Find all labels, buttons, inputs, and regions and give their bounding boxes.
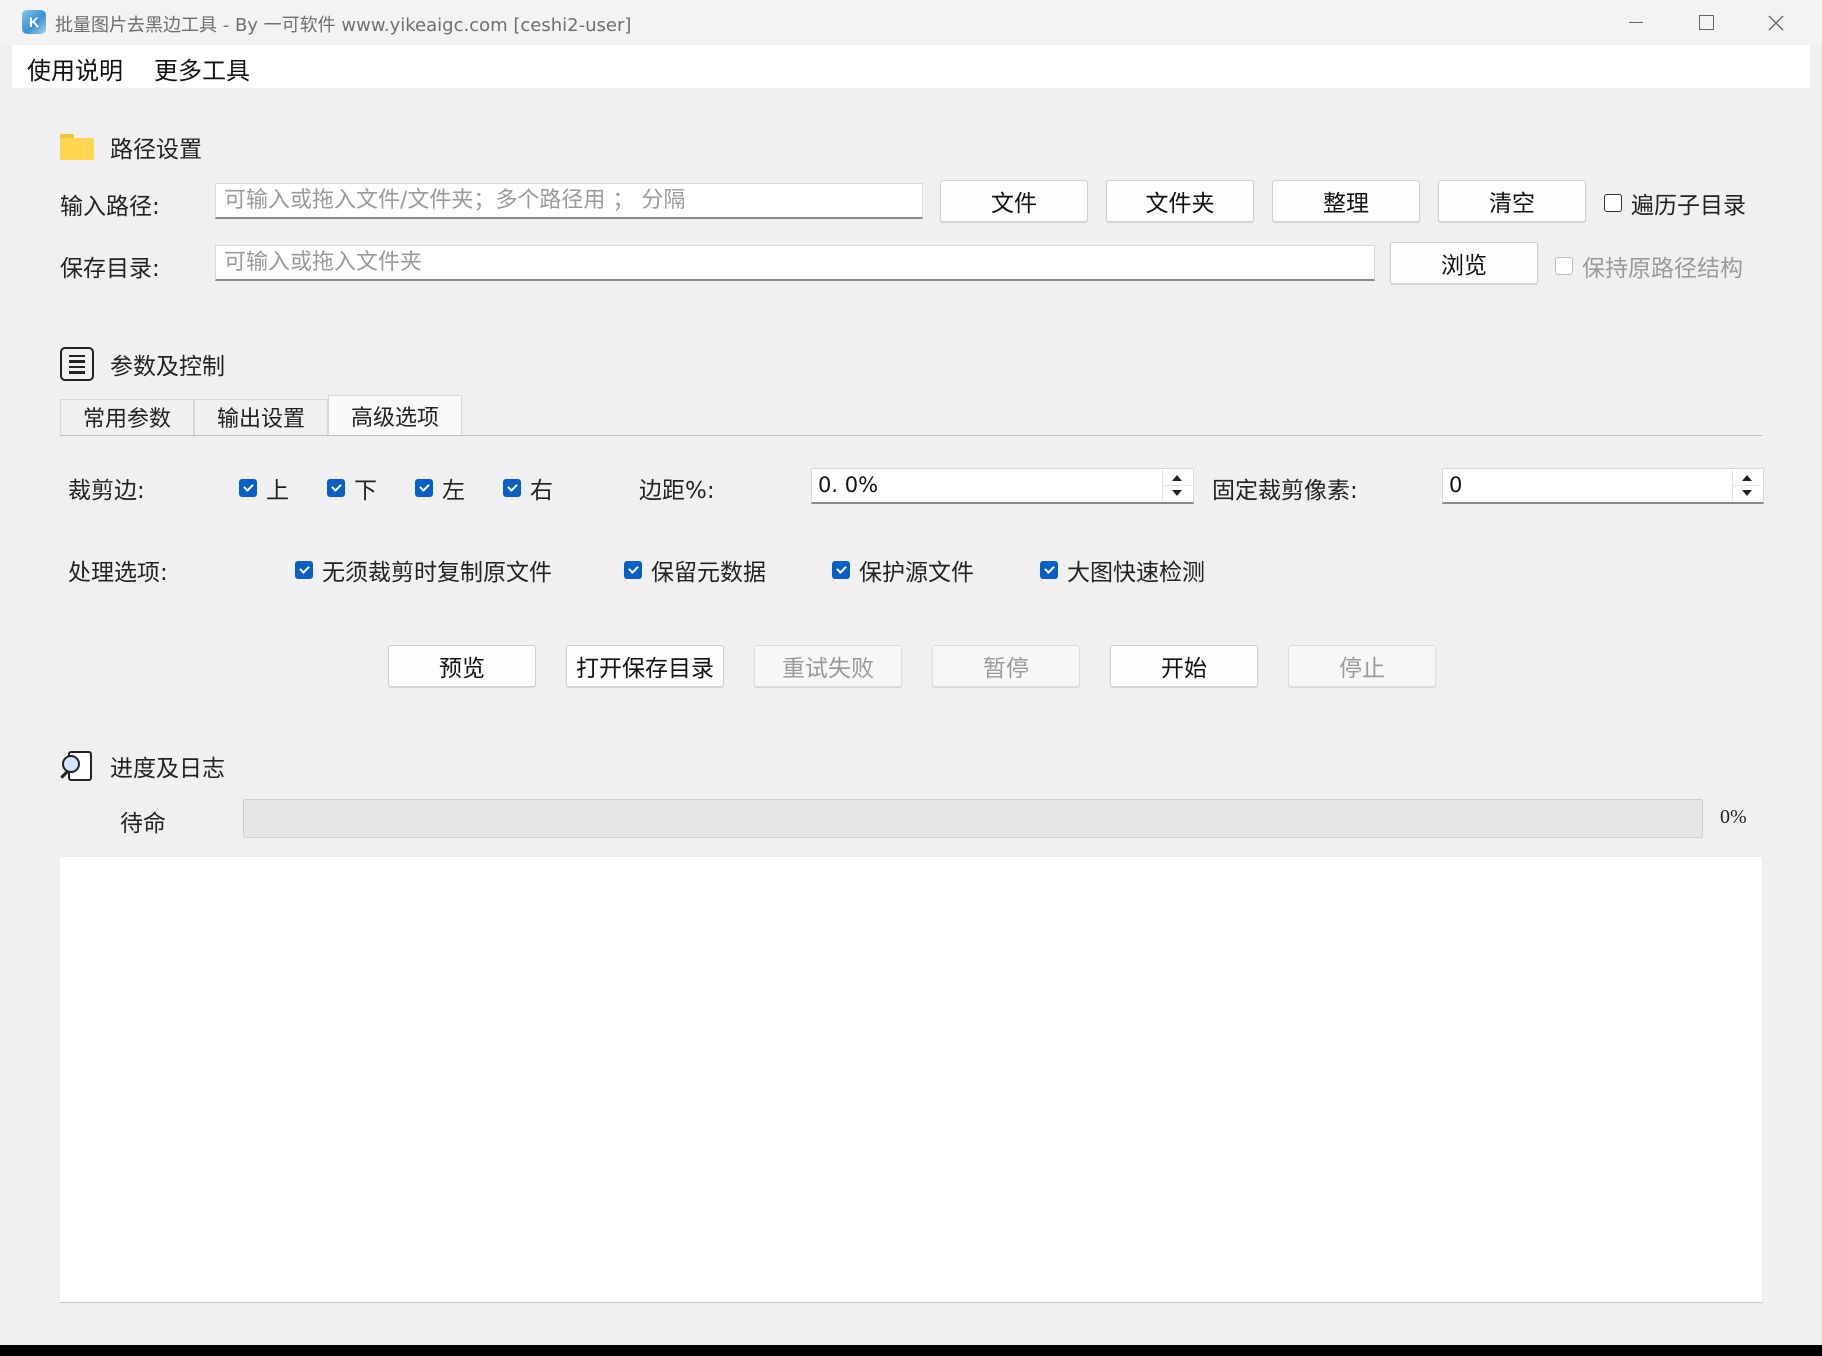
select-file-button[interactable]: 文件 [940, 180, 1088, 222]
retry-failed-button[interactable]: 重试失败 [754, 645, 902, 687]
params-section-header: 参数及控制 [60, 347, 225, 381]
fast-large-detect-label: 大图快速检测 [1067, 560, 1205, 586]
spin-up-icon[interactable] [1742, 475, 1752, 481]
protect-source-checkbox[interactable]: 保护源文件 [832, 553, 974, 587]
app-window: K 批量图片去黑边工具 - By 一可软件 www.yikeaigc.com [… [0, 0, 1822, 1345]
folder-icon [60, 130, 94, 164]
recurse-subdirs-checkbox[interactable]: 遍历子目录 [1604, 186, 1746, 220]
fixed-crop-pixels-label: 固定裁剪像素: [1212, 478, 1358, 504]
crop-left-label: 左 [442, 478, 465, 504]
crop-bottom-box[interactable] [327, 479, 345, 497]
process-options-label: 处理选项: [68, 560, 168, 586]
open-save-dir-button[interactable]: 打开保存目录 [566, 645, 724, 687]
clear-button[interactable]: 清空 [1438, 180, 1586, 222]
menu-bar: 使用说明 更多工具 [12, 45, 1810, 88]
params-tabs: 常用参数 输出设置 高级选项 [60, 395, 463, 437]
window-title: 批量图片去黑边工具 - By 一可软件 www.yikeaigc.com [ce… [55, 15, 632, 36]
crop-top-label: 上 [266, 478, 289, 504]
select-folder-button[interactable]: 文件夹 [1106, 180, 1254, 222]
progress-bar [243, 799, 1703, 838]
protect-source-box[interactable] [832, 561, 850, 579]
crop-edges-label: 裁剪边: [68, 478, 145, 504]
keep-structure-checkbox[interactable]: 保持原路径结构 [1555, 249, 1743, 283]
path-section-header: 路径设置 [60, 130, 202, 164]
crop-bottom-label: 下 [354, 478, 377, 504]
progress-percent: 0% [1720, 806, 1747, 828]
params-section-title: 参数及控制 [110, 354, 225, 380]
protect-source-label: 保护源文件 [859, 560, 974, 586]
crop-bottom-checkbox[interactable]: 下 [327, 471, 377, 505]
close-icon [1768, 15, 1784, 30]
stop-button[interactable]: 停止 [1288, 645, 1436, 687]
tab-output-settings[interactable]: 输出设置 [194, 399, 329, 437]
keep-metadata-checkbox[interactable]: 保留元数据 [624, 553, 766, 587]
crop-top-box[interactable] [239, 479, 257, 497]
input-path-field[interactable] [215, 183, 923, 219]
save-dir-field[interactable] [215, 245, 1375, 281]
copy-original-checkbox[interactable]: 无须裁剪时复制原文件 [295, 553, 552, 587]
crop-right-checkbox[interactable]: 右 [503, 471, 553, 505]
recurse-subdirs-label: 遍历子目录 [1631, 193, 1746, 219]
recurse-subdirs-box[interactable] [1604, 194, 1622, 212]
keep-structure-label: 保持原路径结构 [1582, 256, 1743, 282]
progress-section-header: 进度及日志 [60, 749, 225, 783]
keep-metadata-label: 保留元数据 [651, 560, 766, 586]
tab-advanced-options[interactable]: 高级选项 [328, 395, 463, 435]
organize-button[interactable]: 整理 [1272, 180, 1420, 222]
copy-original-label: 无须裁剪时复制原文件 [322, 560, 552, 586]
margin-percent-value: 0. 0% [818, 473, 879, 497]
fixed-crop-pixels-value: 0 [1449, 473, 1463, 497]
fixed-spin-arrows [1732, 470, 1761, 501]
close-button[interactable] [1741, 0, 1811, 45]
margin-percent-label: 边距%: [639, 478, 715, 504]
keep-metadata-box[interactable] [624, 561, 642, 579]
start-button[interactable]: 开始 [1110, 645, 1258, 687]
margin-spin-arrows [1162, 470, 1191, 501]
crop-left-box[interactable] [415, 479, 433, 497]
menu-item-more-tools[interactable]: 更多工具 [154, 51, 250, 86]
tab-divider [60, 435, 1762, 436]
crop-right-label: 右 [530, 478, 553, 504]
keep-structure-box[interactable] [1555, 257, 1573, 275]
spin-down-icon[interactable] [1742, 490, 1752, 496]
crop-top-checkbox[interactable]: 上 [239, 471, 289, 505]
margin-percent-spinbox[interactable]: 0. 0% [811, 468, 1194, 504]
fast-large-detect-checkbox[interactable]: 大图快速检测 [1040, 553, 1205, 587]
minimize-icon [1629, 22, 1643, 23]
input-path-label: 输入路径: [60, 194, 160, 220]
minimize-button[interactable] [1601, 0, 1671, 45]
spin-up-icon[interactable] [1172, 475, 1182, 481]
fixed-crop-pixels-spinbox[interactable]: 0 [1442, 468, 1764, 504]
crop-left-checkbox[interactable]: 左 [415, 471, 465, 505]
preview-button[interactable]: 预览 [388, 645, 536, 687]
app-logo-icon: K [22, 10, 46, 34]
crop-right-box[interactable] [503, 479, 521, 497]
save-dir-label: 保存目录: [60, 256, 160, 282]
log-output[interactable] [60, 857, 1762, 1303]
spin-down-icon[interactable] [1172, 490, 1182, 496]
path-section-title: 路径设置 [110, 137, 202, 163]
pause-button[interactable]: 暂停 [932, 645, 1080, 687]
maximize-icon [1698, 15, 1714, 30]
document-list-icon [60, 347, 94, 381]
copy-original-box[interactable] [295, 561, 313, 579]
browse-button[interactable]: 浏览 [1390, 242, 1538, 284]
status-text: 待命 [120, 811, 166, 837]
title-bar: K 批量图片去黑边工具 - By 一可软件 www.yikeaigc.com [… [0, 0, 1822, 45]
fast-large-detect-box[interactable] [1040, 561, 1058, 579]
log-search-icon [60, 749, 94, 783]
main-content: 路径设置 输入路径: 文件 文件夹 整理 清空 遍历子目录 保存目录: 浏览 保… [12, 88, 1810, 1345]
menu-item-help[interactable]: 使用说明 [27, 51, 123, 86]
tab-common-params[interactable]: 常用参数 [60, 399, 195, 437]
maximize-button[interactable] [1671, 0, 1741, 45]
progress-section-title: 进度及日志 [110, 756, 225, 782]
